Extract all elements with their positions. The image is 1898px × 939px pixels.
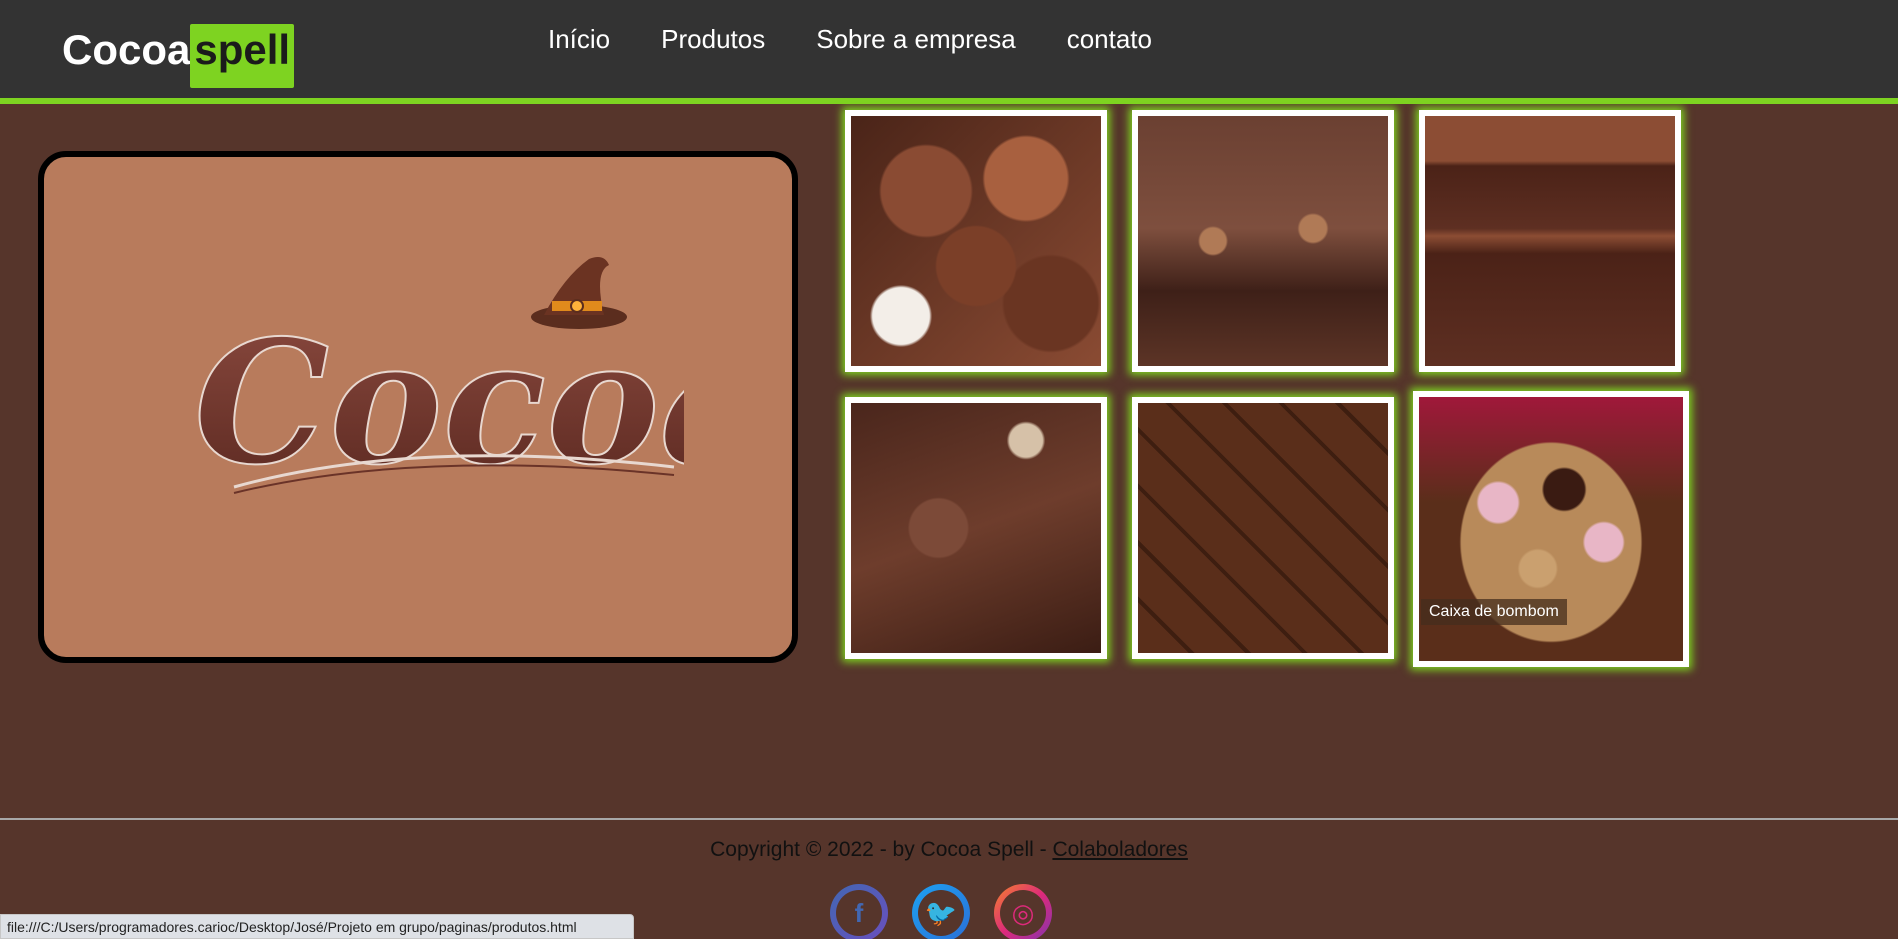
twitter-icon: 🐦 [918, 890, 964, 936]
instagram-icon: ◎ [1000, 890, 1046, 936]
cocoa-logo-image: Cocoa [193, 257, 684, 504]
footer-copyright: Copyright © 2022 - by Cocoa Spell - Cola… [0, 838, 1898, 862]
nav-sobre-empresa[interactable]: Sobre a empresa [816, 22, 1015, 56]
caixa-bombom-image: Caixa de bombom [1419, 397, 1683, 661]
site-header: Cocoa spell Início Produtos Sobre a empr… [0, 0, 1898, 104]
witch-hat-icon [531, 257, 627, 329]
facebook-link[interactable]: f [830, 884, 888, 939]
product-tile-fatia-bolo[interactable] [1419, 110, 1681, 372]
nav-produtos[interactable]: Produtos [661, 22, 765, 56]
product-tile-bombons[interactable] [845, 110, 1107, 372]
bombons-image [851, 116, 1101, 366]
nav-contato[interactable]: contato [1067, 22, 1152, 56]
site-logo[interactable]: Cocoa spell [62, 24, 295, 88]
brownie-image [851, 403, 1101, 653]
browser-status-bar: file:///C:/Users/programadores.carioc/De… [0, 914, 634, 939]
instagram-link[interactable]: ◎ [994, 884, 1052, 939]
product-tile-barra-chocolate[interactable] [1132, 397, 1394, 659]
copyright-text: Copyright © 2022 - by Cocoa Spell - [710, 838, 1053, 861]
facebook-icon: f [836, 890, 882, 936]
cocoa-logo-text: Cocoa [194, 303, 684, 503]
main-nav: Início Produtos Sobre a empresa contato [548, 22, 1203, 56]
bolo-cobertura-image [1138, 116, 1388, 366]
logo-text-cocoa: Cocoa [62, 26, 191, 73]
product-tile-caixa-bombom[interactable]: Caixa de bombom [1413, 391, 1689, 667]
hero-banner: Cocoa [38, 151, 798, 663]
twitter-link[interactable]: 🐦 [912, 884, 970, 939]
barra-chocolate-image [1138, 403, 1388, 653]
colaboladores-link[interactable]: Colaboladores [1052, 838, 1187, 861]
product-caption: Caixa de bombom [1421, 599, 1567, 625]
footer-divider [0, 818, 1898, 820]
fatia-bolo-image [1425, 116, 1675, 366]
product-tile-brownie[interactable] [845, 397, 1107, 659]
product-tile-bolo-cobertura[interactable] [1132, 110, 1394, 372]
logo-text-spell: spell [190, 24, 295, 88]
nav-inicio[interactable]: Início [548, 22, 610, 56]
